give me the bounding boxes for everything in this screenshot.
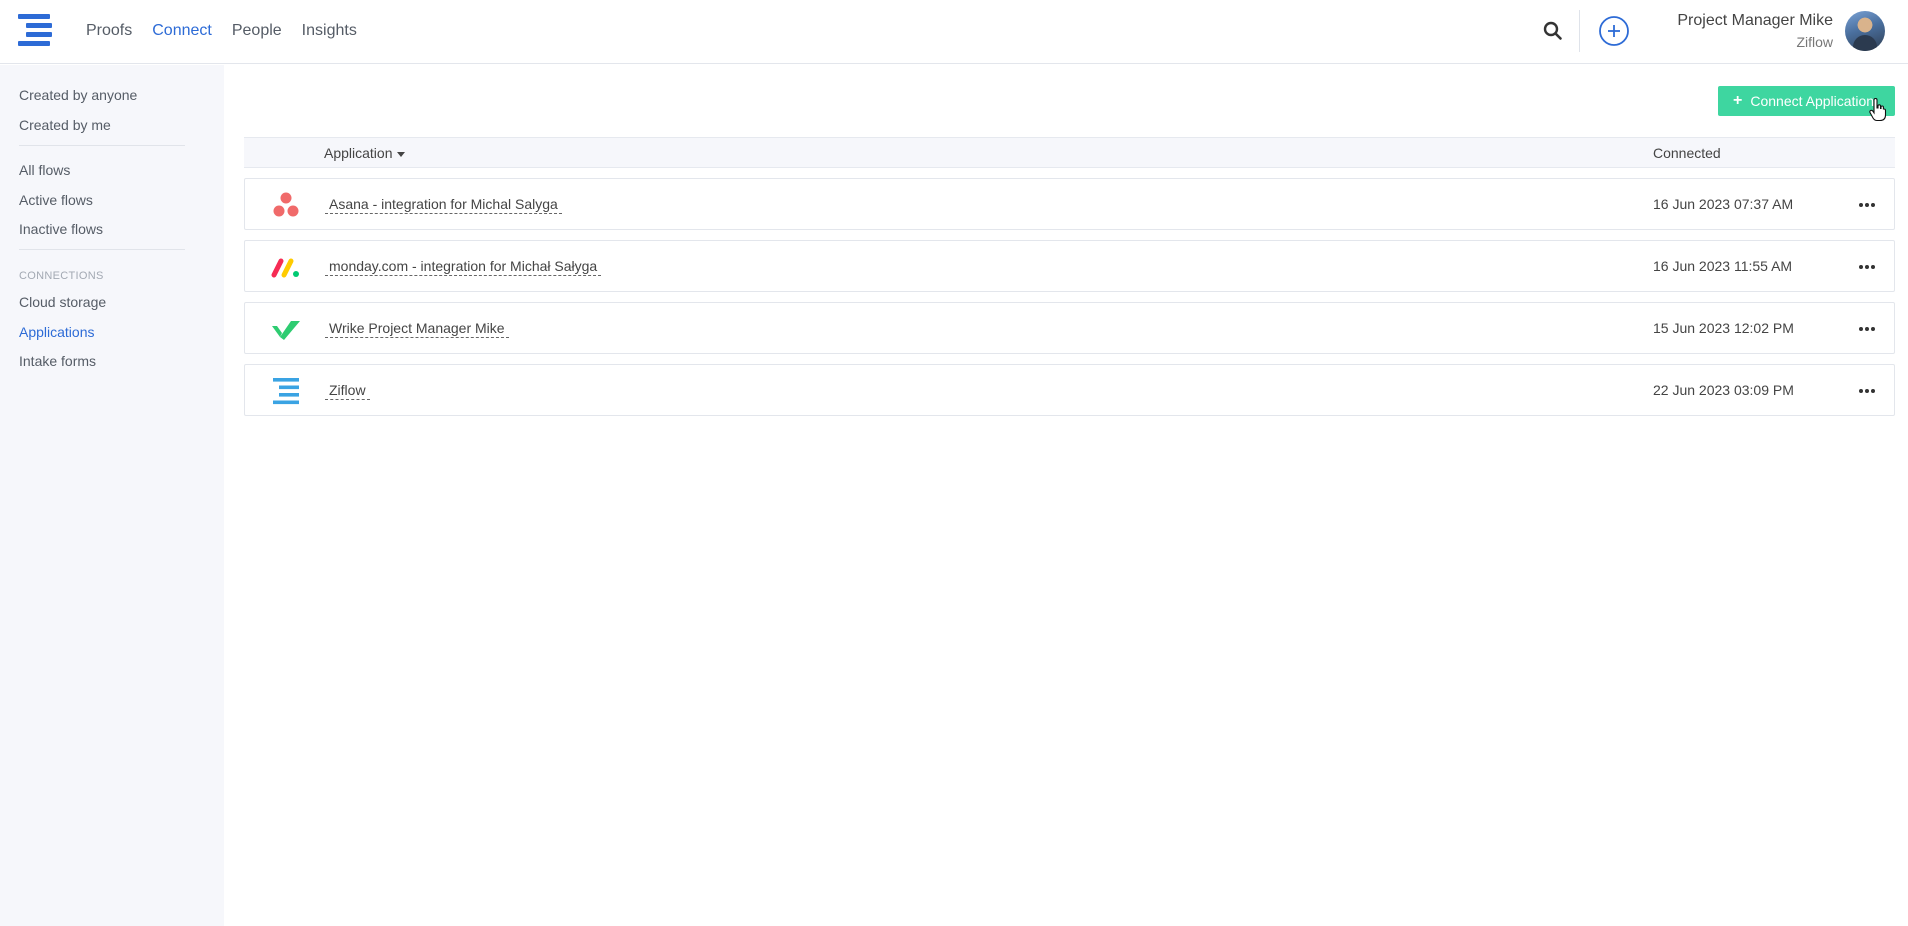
- asana-icon: [273, 192, 299, 217]
- main-nav: Proofs Connect People Insights: [86, 20, 357, 42]
- nav-people[interactable]: People: [232, 20, 282, 42]
- sidebar-item-inactive-flows[interactable]: Inactive flows: [19, 221, 103, 237]
- application-name-link[interactable]: monday.com - integration for Michał Sały…: [325, 258, 602, 276]
- column-header-connected: Connected: [1653, 145, 1721, 161]
- user-name[interactable]: Project Manager Mike: [1677, 12, 1833, 30]
- connected-date: 22 Jun 2023 03:09 PM: [1653, 382, 1794, 398]
- table-row: monday.com - integration for Michał Sały…: [244, 240, 1895, 292]
- sidebar-item-cloud-storage[interactable]: Cloud storage: [19, 294, 106, 310]
- nav-connect[interactable]: Connect: [152, 20, 212, 42]
- connected-date: 16 Jun 2023 11:55 AM: [1653, 258, 1793, 274]
- monday-icon: [271, 258, 299, 278]
- sidebar: Created by anyone Created by me All flow…: [0, 65, 224, 926]
- sidebar-divider: [19, 145, 185, 146]
- avatar[interactable]: [1845, 11, 1885, 51]
- sidebar-item-all-flows[interactable]: All flows: [19, 162, 70, 178]
- hand-cursor-icon: [1869, 98, 1887, 122]
- sidebar-item-applications[interactable]: Applications: [19, 324, 95, 340]
- sidebar-item-intake-forms[interactable]: Intake forms: [19, 353, 96, 369]
- top-bar: Proofs Connect People Insights Project M…: [0, 0, 1908, 64]
- wrike-icon: [272, 321, 300, 340]
- sidebar-item-active-flows[interactable]: Active flows: [19, 192, 93, 208]
- table-row: Asana - integration for Michal Salyga 16…: [244, 178, 1895, 230]
- ziflow-icon: [273, 378, 299, 405]
- application-name-link[interactable]: Ziflow: [325, 382, 370, 400]
- search-icon[interactable]: [1542, 20, 1564, 42]
- sidebar-item-created-by-anyone[interactable]: Created by anyone: [19, 87, 137, 103]
- nav-proofs[interactable]: Proofs: [86, 20, 132, 42]
- application-name-link[interactable]: Asana - integration for Michal Salyga: [325, 196, 562, 214]
- connected-date: 16 Jun 2023 07:37 AM: [1653, 196, 1794, 212]
- application-name-link[interactable]: Wrike Project Manager Mike: [325, 320, 509, 338]
- connected-date: 15 Jun 2023 12:02 PM: [1653, 320, 1794, 336]
- more-options-icon[interactable]: [1859, 197, 1879, 211]
- connect-application-label: Connect Application: [1750, 93, 1875, 109]
- table-row: Wrike Project Manager Mike 15 Jun 2023 1…: [244, 302, 1895, 354]
- table-row: Ziflow 22 Jun 2023 03:09 PM: [244, 364, 1895, 416]
- add-circle-icon[interactable]: [1598, 15, 1630, 47]
- sidebar-divider: [19, 249, 185, 250]
- header-divider: [1579, 10, 1580, 52]
- plus-icon: +: [1733, 92, 1743, 109]
- sidebar-item-created-by-me[interactable]: Created by me: [19, 117, 111, 133]
- sort-caret-icon: [396, 151, 405, 157]
- more-options-icon[interactable]: [1859, 321, 1879, 335]
- nav-insights[interactable]: Insights: [302, 20, 357, 42]
- table-header: Application Connected: [244, 137, 1895, 168]
- column-header-application[interactable]: Application: [324, 145, 405, 161]
- column-header-application-label: Application: [324, 145, 393, 161]
- ziflow-logo-icon[interactable]: [18, 14, 52, 48]
- sidebar-heading-connections: CONNECTIONS: [19, 270, 104, 282]
- more-options-icon[interactable]: [1859, 383, 1879, 397]
- user-org: Ziflow: [1796, 34, 1833, 50]
- more-options-icon[interactable]: [1859, 259, 1879, 273]
